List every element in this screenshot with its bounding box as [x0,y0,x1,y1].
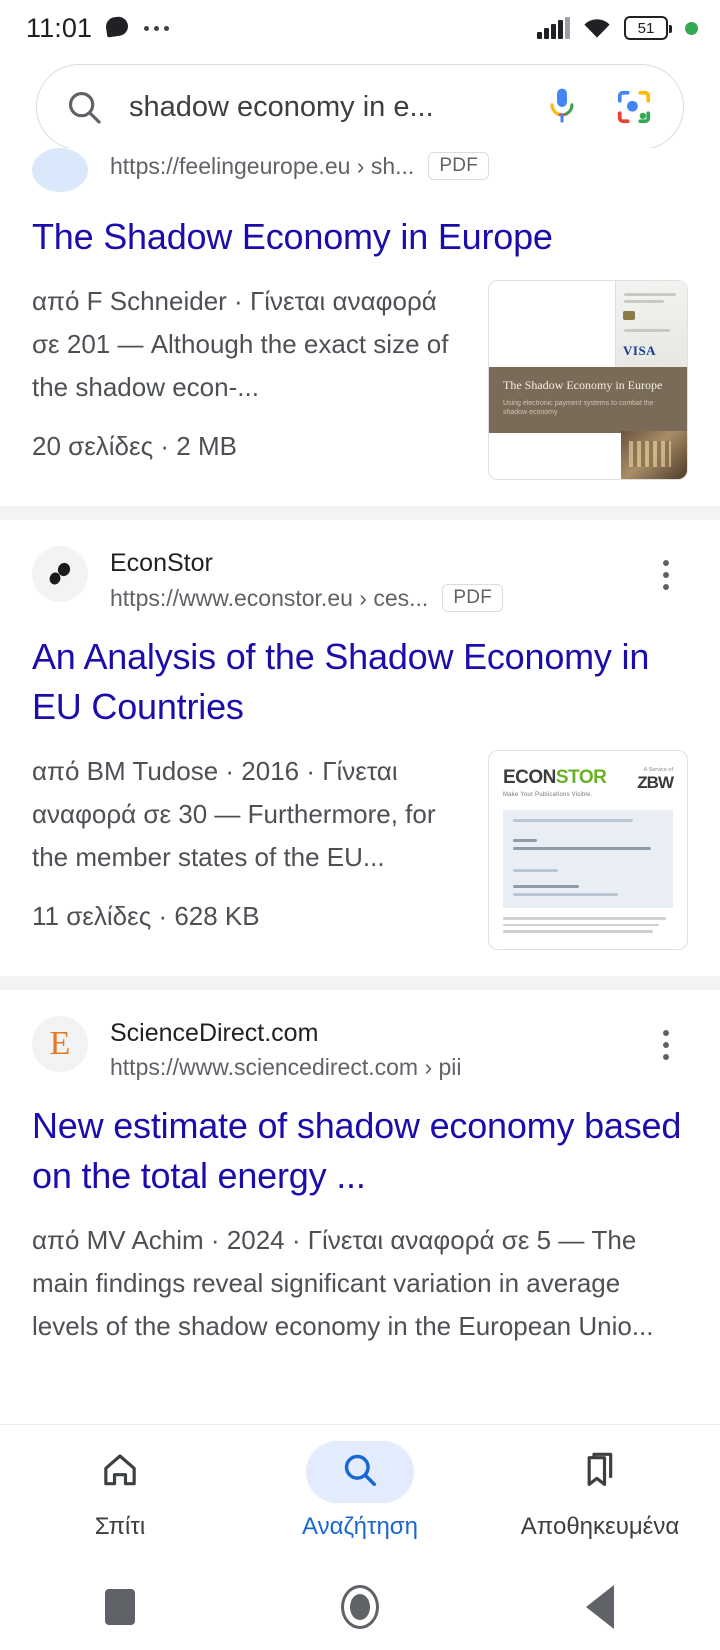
search-icon [65,88,103,126]
status-bar-left: 11:01 [26,13,537,44]
thumbnail-band-title: The Shadow Economy in Europe [503,378,663,392]
pdf-badge: PDF [442,584,504,612]
favicon: E [32,1016,88,1072]
result-source-name: ScienceDirect.com [110,1019,319,1047]
thumbnail-partner: A Service of ZBW [637,767,674,793]
logo-part-green: STOR [555,767,607,788]
thumbnail-footer-lines [503,917,673,933]
bottom-navigation-bar: Σπίτι Αναζήτηση Αποθηκευμένα [0,1424,720,1564]
thumbnail-abstract-box [503,810,673,908]
signal-icon [537,17,570,39]
nav-item-home[interactable]: Σπίτι [0,1441,240,1541]
search-result-1[interactable]: https://feelingeurope.eu › sh... PDF The… [0,148,720,506]
search-box[interactable]: shadow economy in e... [36,64,684,150]
triangle-back-icon [586,1585,614,1629]
status-bar-right: 51 [537,16,698,40]
result-url: https://www.sciencedirect.com › pii [110,1054,462,1080]
result-body: από BM Tudose · 2016 · Γίνεται αναφορά σ… [32,750,688,950]
partner-logo: ZBW [637,773,674,792]
search-pill [306,1441,414,1503]
home-pill [66,1441,174,1503]
nav-item-search[interactable]: Αναζήτηση [240,1441,480,1541]
result-source-text: https://feelingeurope.eu › sh... PDF [110,148,688,180]
search-query-text[interactable]: shadow economy in e... [129,91,545,124]
battery-icon: 51 [624,16,672,40]
result-source-row[interactable]: https://feelingeurope.eu › sh... PDF [32,148,688,192]
result-title[interactable]: New estimate of shadow economy based on … [32,1101,688,1201]
result-title[interactable]: The Shadow Economy in Europe [32,212,688,262]
result-meta: 11 σελίδες · 628 KB [32,901,260,931]
result-url-row: https://feelingeurope.eu › sh... PDF [110,152,688,180]
search-results-list: https://feelingeurope.eu › sh... PDF The… [0,148,720,1348]
back-button[interactable] [480,1585,720,1629]
result-meta: 20 σελίδες · 2 MB [32,431,237,461]
favicon [32,546,88,602]
google-lens-icon[interactable] [615,88,653,126]
thumbnail-card-corner: VISA [615,281,687,373]
android-system-navigation [0,1564,720,1650]
nav-label-saved: Αποθηκευμένα [520,1513,680,1540]
recording-dot-icon [685,21,698,35]
thumbnail-title-band: The Shadow Economy in Europe Using elect… [489,367,687,433]
search-result-3[interactable]: E ScienceDirect.com https://www.scienced… [0,990,720,1348]
result-text-column: από F Schneider · Γίνεται αναφορά σε 201… [32,280,468,480]
status-time: 11:01 [26,12,93,43]
logo-part-dark: ECON [503,767,556,788]
more-dots-icon [144,25,170,31]
square-icon [105,1589,135,1625]
thumbnail-inner: ECONSTOR Make Your Publications Visible.… [489,751,687,933]
favicon [32,148,88,192]
result-snippet: από BM Tudose · 2016 · Γίνεται αναφορά σ… [32,756,436,872]
status-bar: 11:01 51 [0,0,720,56]
result-body: από MV Achim · 2024 · Γίνεται αναφορά σε… [32,1219,688,1348]
econstor-logo: ECONSTOR [503,767,607,789]
pdf-badge: PDF [428,152,490,180]
home-button[interactable] [240,1585,480,1629]
search-result-2[interactable]: EconStor https://www.econstor.eu › ces..… [0,520,720,976]
search-icon [341,1451,379,1494]
result-title[interactable]: An Analysis of the Shadow Economy in EU … [32,632,688,732]
wifi-icon [583,17,611,39]
thumbnail-logo: ECONSTOR Make Your Publications Visible. [503,767,607,798]
result-source-row[interactable]: E ScienceDirect.com https://www.scienced… [32,990,688,1081]
result-thumbnail[interactable]: VISA The Shadow Economy in Europe Using … [488,280,688,480]
result-source-text: EconStor https://www.econstor.eu › ces..… [110,546,644,612]
nav-label-search: Αναζήτηση [302,1513,418,1540]
visa-label: VISA [623,343,657,358]
result-text-column: από MV Achim · 2024 · Γίνεται αναφορά σε… [32,1219,688,1348]
result-thumbnail[interactable]: ECONSTOR Make Your Publications Visible.… [488,750,688,950]
thumbnail-band-subtitle: Using electronic payment systems to comb… [503,400,654,416]
thumbnail-header: ECONSTOR Make Your Publications Visible.… [503,767,674,798]
nav-label-home: Σπίτι [94,1513,146,1540]
result-source-name: EconStor [110,549,213,577]
nav-item-saved[interactable]: Αποθηκευμένα [480,1441,720,1541]
result-source-row[interactable]: EconStor https://www.econstor.eu › ces..… [32,520,688,612]
result-url: https://feelingeurope.eu › sh... [110,152,415,179]
recent-apps-button[interactable] [0,1589,240,1625]
circle-icon [341,1585,379,1629]
result-url-row: https://www.econstor.eu › ces... PDF [110,584,644,612]
bookmark-icon [580,1450,620,1495]
thumbnail-photo [621,431,687,479]
microphone-icon[interactable] [545,87,579,127]
result-snippet: από MV Achim · 2024 · Γίνεται αναφορά σε… [32,1225,654,1341]
result-separator [0,506,720,520]
result-body: από F Schneider · Γίνεται αναφορά σε 201… [32,280,688,480]
saved-pill [546,1441,654,1503]
result-snippet: από F Schneider · Γίνεται αναφορά σε 201… [32,286,449,402]
battery-level: 51 [637,19,655,37]
favicon-letter: E [49,1025,71,1062]
logo-subtitle: Make Your Publications Visible. [503,792,593,798]
result-source-text: ScienceDirect.com https://www.sciencedir… [110,1016,644,1081]
result-overflow-menu-icon[interactable] [644,1016,688,1060]
result-text-column: από BM Tudose · 2016 · Γίνεται αναφορά σ… [32,750,468,950]
home-icon [100,1450,140,1495]
chat-bubble-icon [104,15,130,39]
result-url: https://www.econstor.eu › ces... [110,584,429,611]
result-separator [0,976,720,990]
result-url-row: https://www.sciencedirect.com › pii [110,1054,644,1081]
result-overflow-menu-icon[interactable] [644,546,688,590]
